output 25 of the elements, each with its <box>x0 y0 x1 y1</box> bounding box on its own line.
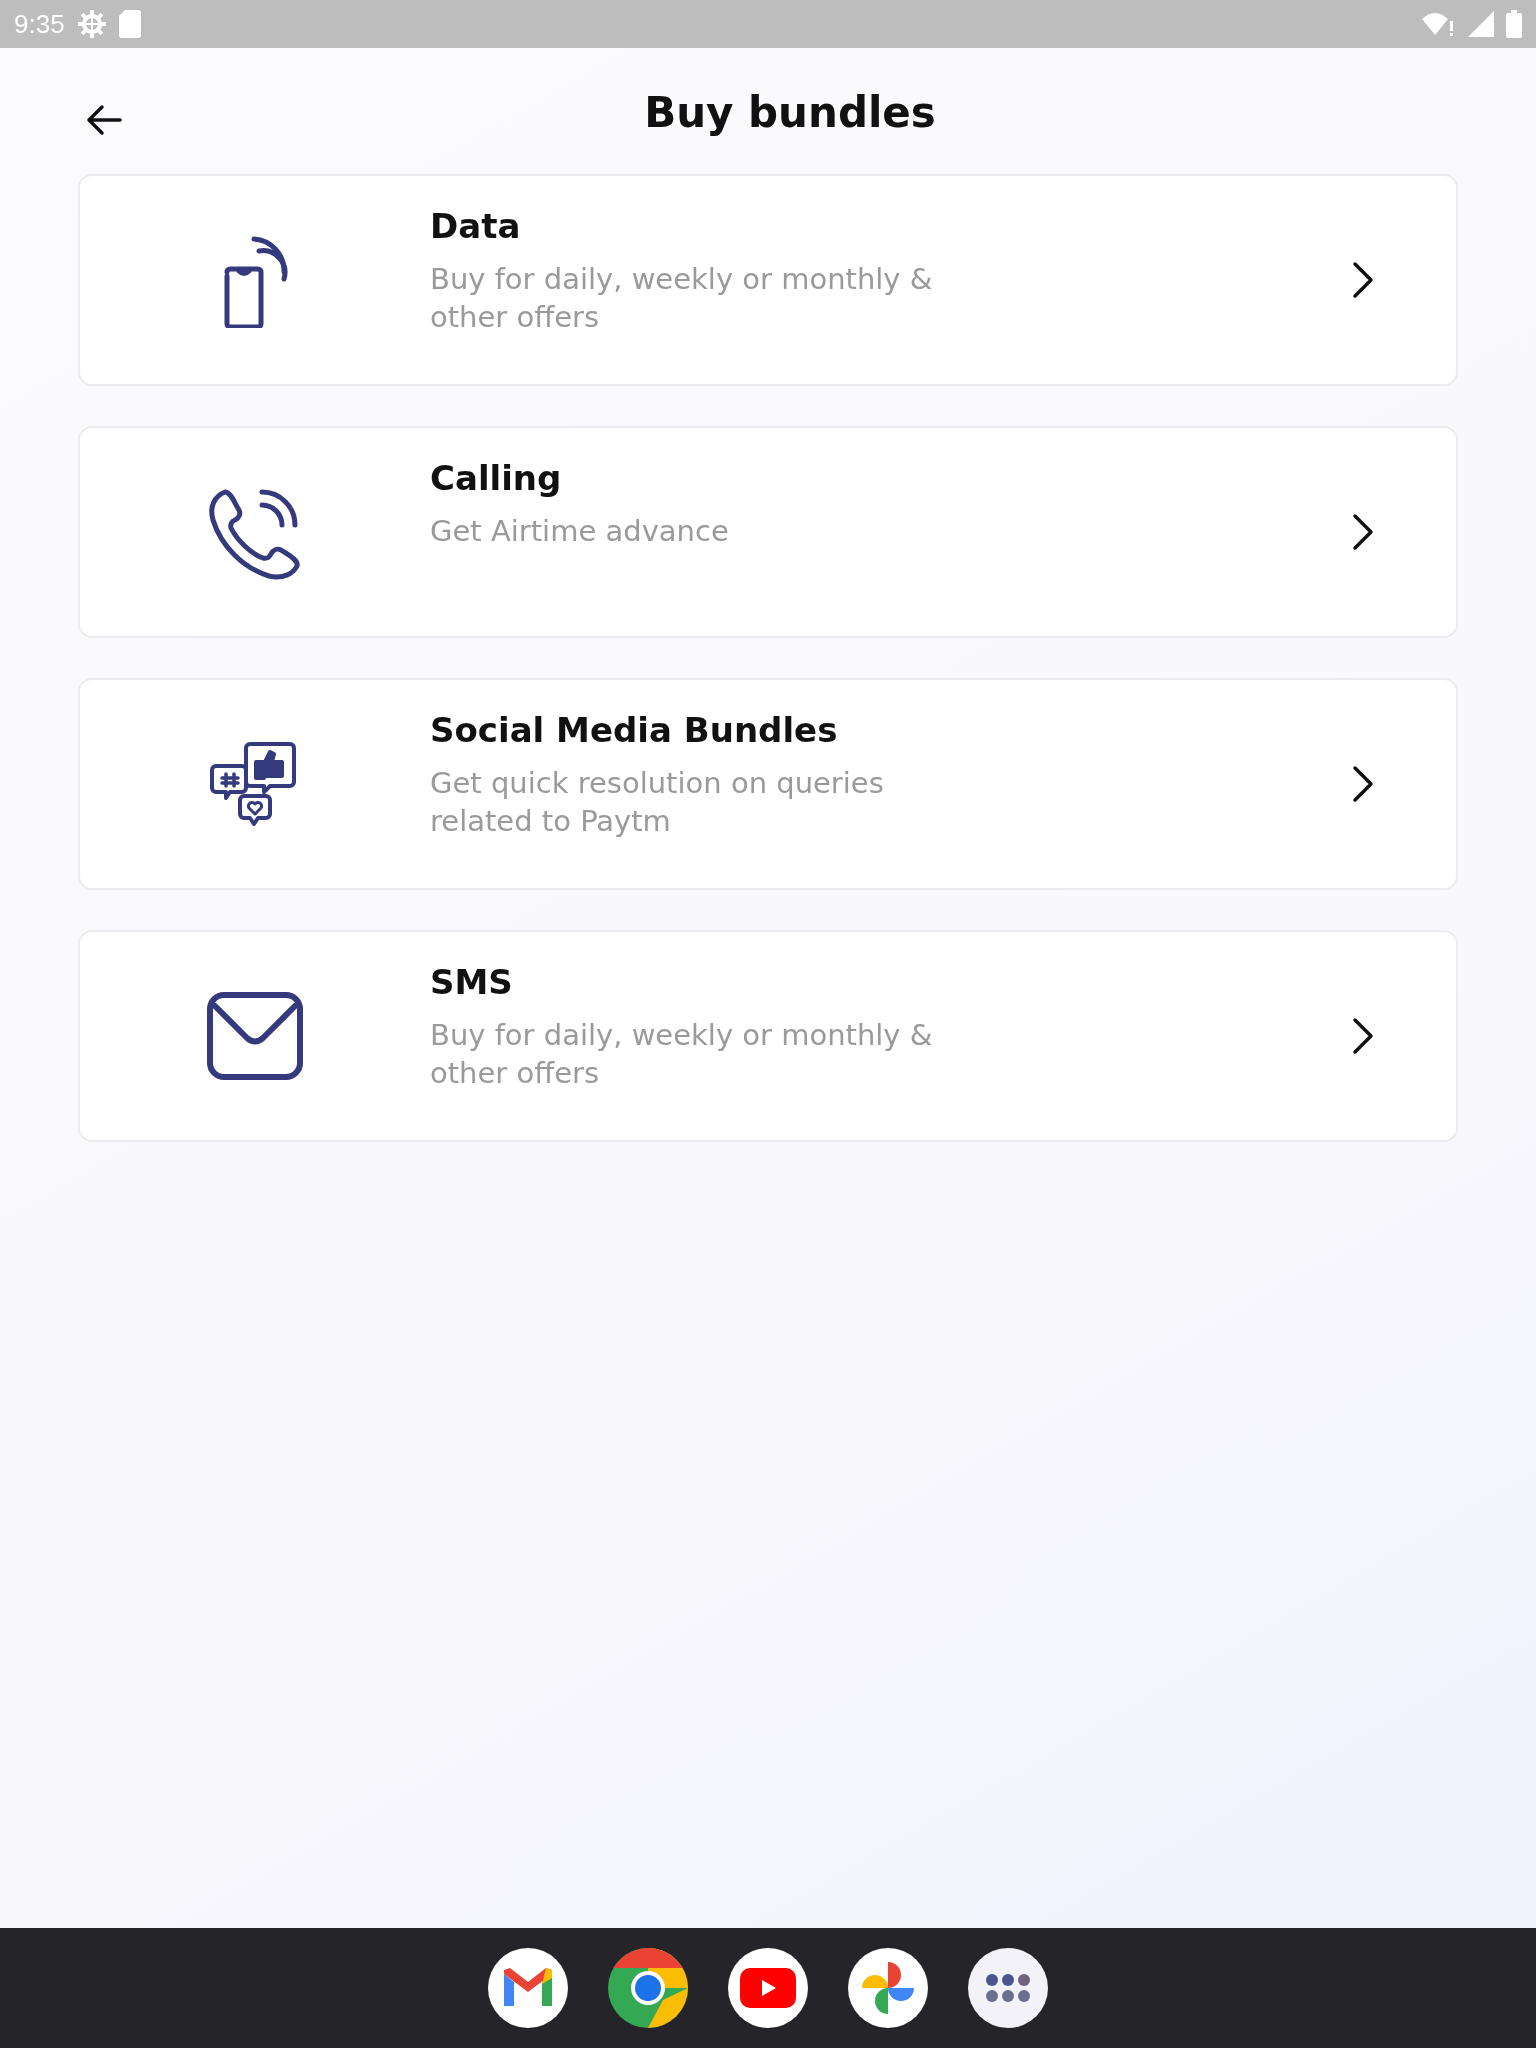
card-title: SMS <box>430 962 514 1002</box>
envelope-icon <box>207 992 303 1080</box>
cell-signal-icon <box>1468 11 1494 37</box>
chevron-right-icon <box>1352 765 1374 803</box>
card-title: Data <box>430 206 522 246</box>
card-subtitle: Buy for daily, weekly or monthly & other offers <box>430 1017 934 1092</box>
sd-card-icon <box>118 10 141 38</box>
card-title: Social Media Bundles <box>430 710 839 750</box>
card-subtitle: Get quick resolution on queries related to Paytm <box>430 765 885 840</box>
status-time: 9:35 <box>14 8 65 40</box>
page-title: Buy bundles <box>644 87 936 137</box>
chevron-right-icon <box>1352 513 1374 551</box>
settings-icon <box>76 9 107 39</box>
bundle-card[interactable]: SMS Buy for daily, weekly or monthly & other offers <box>78 930 1458 1142</box>
battery-icon <box>1506 10 1522 38</box>
bundle-card[interactable]: Social Media Bundles Get quick resolution on queries related to Paytm <box>78 678 1458 890</box>
card-subtitle: Buy for daily, weekly or monthly & other offers <box>430 261 934 336</box>
browser-app-icon[interactable] <box>608 1948 688 2028</box>
card-subtitle: Get Airtime advance <box>430 513 730 550</box>
chevron-right-icon <box>1352 1017 1374 1055</box>
bundle-card[interactable]: Data Buy for daily, weekly or monthly & other offers <box>78 174 1458 386</box>
card-title: Calling <box>430 458 563 498</box>
bundle-card[interactable]: Calling Get Airtime advance <box>78 426 1458 638</box>
chevron-right-icon <box>1352 261 1374 299</box>
wifi-icon <box>1422 11 1456 37</box>
